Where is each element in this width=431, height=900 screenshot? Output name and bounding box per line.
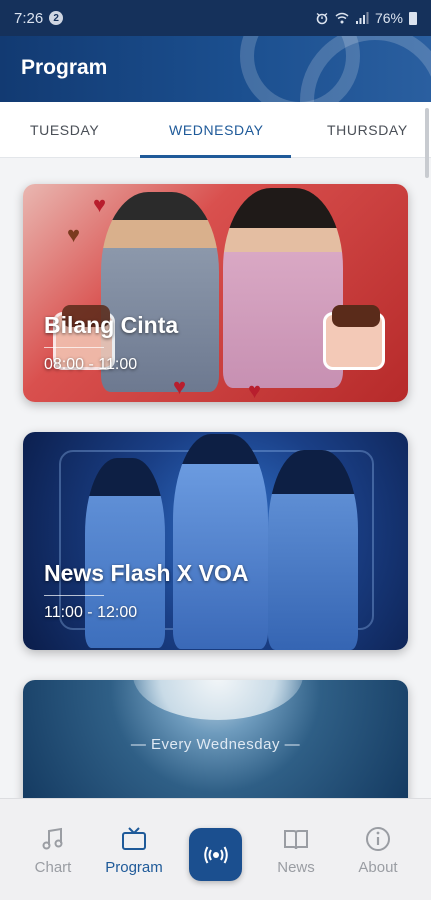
nav-chart[interactable]: Chart <box>13 825 93 876</box>
heart-decoration: ♥ <box>67 222 81 247</box>
nav-label: Program <box>105 859 163 876</box>
program-title: Bilang Cinta <box>44 312 179 338</box>
nav-about[interactable]: About <box>338 825 418 876</box>
heart-decoration: ♥ <box>173 374 187 399</box>
nav-news[interactable]: News <box>256 825 336 876</box>
title-divider <box>44 347 104 348</box>
program-card[interactable]: — Every Wednesday — <box>23 680 408 798</box>
battery-percentage: 76% <box>374 10 403 26</box>
status-bar: 7:26 2 76% <box>0 0 431 36</box>
moon-graphic <box>133 680 303 720</box>
heart-decoration: ♥ <box>248 378 262 402</box>
wifi-icon <box>335 12 349 24</box>
tab-thursday[interactable]: THURSDAY <box>327 122 408 138</box>
program-list[interactable]: ♥ ♥ ♥ ♥ Bilang Cinta 08:00 - 11:00 News … <box>0 158 431 798</box>
schedule-banner-text: — Every Wednesday — <box>130 736 301 753</box>
signal-icon <box>355 12 369 24</box>
tv-icon <box>122 827 146 850</box>
info-icon <box>366 827 390 851</box>
nav-label: About <box>358 859 398 876</box>
nav-program[interactable]: Program <box>94 825 174 876</box>
nav-label: News <box>277 859 315 876</box>
notification-count-badge: 2 <box>49 11 64 25</box>
status-right: 76% <box>315 10 417 26</box>
title-divider <box>44 595 104 596</box>
tab-wednesday[interactable]: WEDNESDAY <box>169 122 264 138</box>
page-title: Program <box>21 56 108 79</box>
day-tabs: TUESDAY WEDNESDAY THURSDAY <box>0 102 431 158</box>
program-card[interactable]: ♥ ♥ ♥ ♥ Bilang Cinta 08:00 - 11:00 <box>23 184 408 402</box>
status-left: 7:26 2 <box>14 9 64 27</box>
tab-tuesday[interactable]: TUESDAY <box>30 122 99 138</box>
status-time: 7:26 <box>14 9 44 27</box>
program-title: News Flash X VOA <box>44 560 249 586</box>
live-radio-button[interactable] <box>189 828 242 881</box>
nav-label: Chart <box>34 859 72 876</box>
heart-decoration: ♥ <box>93 192 107 217</box>
chocolate-mascot <box>323 305 385 370</box>
book-icon <box>284 830 308 850</box>
host-photo <box>268 450 358 650</box>
alarm-icon <box>316 12 328 25</box>
radio-broadcast-icon <box>203 846 228 863</box>
program-time: 08:00 - 11:00 <box>44 356 138 373</box>
host-photo <box>173 434 268 649</box>
program-card[interactable]: News Flash X VOA 11:00 - 12:00 <box>23 432 408 650</box>
program-time: 11:00 - 12:00 <box>44 604 138 621</box>
battery-icon <box>409 11 417 25</box>
scrollbar[interactable] <box>425 108 429 178</box>
music-note-icon <box>42 827 63 850</box>
app-bar: Program <box>0 36 431 102</box>
